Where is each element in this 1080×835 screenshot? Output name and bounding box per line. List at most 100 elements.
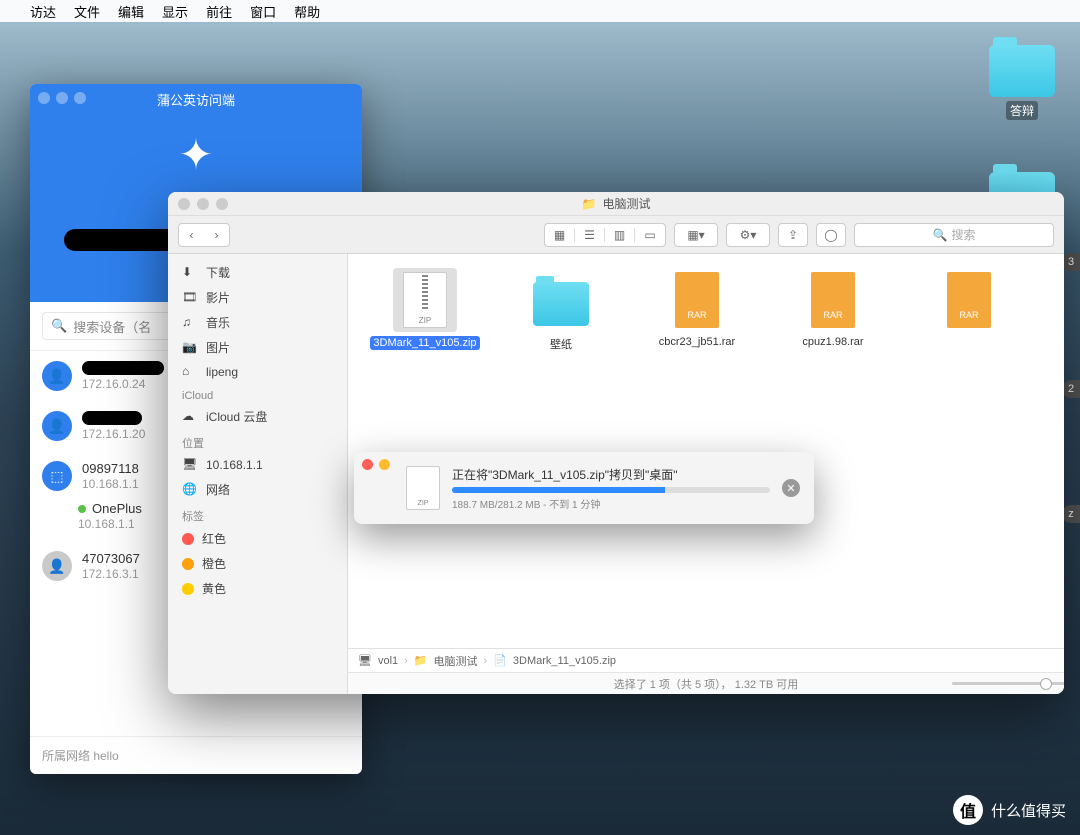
path-segment[interactable]: vol1 (378, 655, 398, 667)
file-item[interactable]: 壁纸 (496, 268, 626, 352)
menu-window[interactable]: 窗口 (250, 2, 276, 21)
menu-edit[interactable]: 编辑 (118, 2, 144, 21)
sidebar-music[interactable]: ♫音乐 (168, 310, 347, 335)
file-item[interactable]: cbcr23_jb51.rar (632, 268, 762, 352)
copy-progress-dialog: 正在将"3DMark_11_v105.zip"拷贝到"桌面" 188.7 MB/… (354, 452, 814, 524)
search-field[interactable]: 🔍搜索 (854, 223, 1054, 247)
sidebar-tag-orange[interactable]: 橙色 (168, 551, 347, 576)
rar-icon (811, 272, 855, 328)
cloud-icon: ☁ (182, 409, 198, 425)
watermark-logo: 值 (953, 795, 983, 825)
finder-sidebar: ⬇下载 🎞影片 ♫音乐 📷图片 ⌂lipeng iCloud ☁iCloud 云… (168, 254, 348, 694)
tag-dot-icon (182, 583, 194, 595)
sidebar-tag-red[interactable]: 红色 (168, 526, 347, 551)
file-name: 壁纸 (550, 339, 572, 351)
gallery-view-icon: ▭ (635, 228, 665, 242)
finder-titlebar: 📁电脑测试 (168, 192, 1064, 216)
finder-toolbar: ‹› ▦☰▥▭ ▦▾ ⚙▾ ⇪ ◯ 🔍搜索 (168, 216, 1064, 254)
download-icon: ⬇ (182, 265, 198, 281)
side-badge: z (1062, 505, 1080, 523)
column-view-icon: ▥ (605, 228, 635, 242)
zip-icon (403, 272, 447, 328)
menu-view[interactable]: 显示 (162, 2, 188, 21)
folder-icon (989, 45, 1055, 97)
file-name: cpuz1.98.rar (802, 336, 863, 348)
sidebar-downloads[interactable]: ⬇下载 (168, 260, 347, 285)
rar-icon (947, 272, 991, 328)
file-name: cbcr23_jb51.rar (659, 336, 735, 348)
desktop-folder[interactable]: 答辩 (982, 45, 1062, 120)
sidebar-pictures[interactable]: 📷图片 (168, 335, 347, 360)
file-item[interactable]: cpuz1.98.rar (768, 268, 898, 352)
sidebar-network[interactable]: 🌐网络 (168, 477, 347, 502)
tag-button[interactable]: ◯ (816, 223, 846, 247)
rar-icon (675, 272, 719, 328)
menu-go[interactable]: 前往 (206, 2, 232, 21)
action-button[interactable]: ⚙▾ (726, 223, 770, 247)
tag-dot-icon (182, 533, 194, 545)
list-view-icon: ☰ (575, 228, 605, 242)
photo-icon: 📷 (182, 340, 198, 356)
traffic-lights[interactable] (178, 198, 228, 210)
tag-icon: ◯ (824, 228, 837, 242)
menu-finder[interactable]: 访达 (30, 2, 56, 21)
side-badge: 3 (1062, 253, 1080, 271)
music-icon: ♫ (182, 315, 198, 331)
share-button[interactable]: ⇪ (778, 223, 808, 247)
disk-icon: 🖥 (358, 654, 372, 667)
avatar-icon: 👤 (42, 551, 72, 581)
file-item[interactable] (904, 268, 1034, 352)
side-badge: 2 (1062, 380, 1080, 398)
icon-view-icon: ▦ (545, 228, 575, 242)
menubar: 访达 文件 编辑 显示 前往 窗口 帮助 (0, 0, 1080, 22)
progress-bar (452, 487, 770, 493)
status-text: 选择了 1 项（共 5 项）， 1.32 TB 可用 (614, 676, 799, 692)
home-icon: ⌂ (182, 364, 198, 380)
sidebar-section-icloud: iCloud (168, 384, 347, 404)
file-grid[interactable]: 3DMark_11_v105.zip 壁纸 cbcr23_jb51.rar cp… (348, 254, 1064, 648)
file-item[interactable]: 3DMark_11_v105.zip (360, 268, 490, 352)
sidebar-tag-yellow[interactable]: 黄色 (168, 576, 347, 601)
gear-icon: ⚙▾ (740, 228, 757, 242)
disk-icon: 🖥 (182, 457, 198, 473)
window-title: 电脑测试 (602, 195, 650, 212)
zip-icon (406, 466, 440, 510)
file-icon: 📄 (493, 654, 507, 667)
avatar-icon: 👤 (42, 411, 72, 441)
globe-icon: 🌐 (182, 482, 198, 498)
nav-buttons[interactable]: ‹› (178, 223, 230, 247)
status-bar: 选择了 1 项（共 5 项）， 1.32 TB 可用 (348, 672, 1064, 694)
path-segment[interactable]: 电脑测试 (434, 653, 478, 669)
sidebar-section-locations: 位置 (168, 429, 347, 453)
arrange-button[interactable]: ▦▾ (674, 223, 718, 247)
star-icon: ✦ (178, 130, 213, 179)
forward-icon: › (204, 228, 229, 242)
finder-window: 📁电脑测试 ‹› ▦☰▥▭ ▦▾ ⚙▾ ⇪ ◯ 🔍搜索 ⬇下载 🎞影片 ♫音乐 … (168, 192, 1064, 694)
cancel-button[interactable]: ✕ (782, 479, 800, 497)
icon-size-slider[interactable] (952, 678, 1052, 690)
copy-subtitle: 188.7 MB/281.2 MB - 不到 1 分钟 (452, 496, 770, 511)
search-icon: 🔍 (933, 228, 948, 242)
progress-fill (452, 487, 665, 493)
sidebar-home[interactable]: ⌂lipeng (168, 360, 347, 384)
traffic-lights[interactable] (362, 459, 390, 470)
file-name: 3DMark_11_v105.zip (370, 336, 479, 350)
path-segment[interactable]: 3DMark_11_v105.zip (513, 655, 616, 667)
view-switcher[interactable]: ▦☰▥▭ (544, 223, 666, 247)
search-icon: 🔍 (51, 318, 67, 334)
router-icon: ⬚ (42, 461, 72, 491)
watermark: 值 什么值得买 (953, 795, 1066, 825)
share-icon: ⇪ (788, 228, 798, 242)
avatar-icon: 👤 (42, 361, 72, 391)
folder-icon: 📁 (414, 654, 428, 667)
sidebar-movies[interactable]: 🎞影片 (168, 285, 347, 310)
back-icon: ‹ (179, 228, 204, 242)
path-bar: 🖥 vol1› 📁 电脑测试› 📄 3DMark_11_v105.zip (348, 648, 1064, 672)
menu-file[interactable]: 文件 (74, 2, 100, 21)
grid-icon: ▦▾ (687, 228, 704, 242)
desktop-folder-label: 答辩 (1006, 101, 1038, 120)
menu-help[interactable]: 帮助 (294, 2, 320, 21)
sidebar-icloud[interactable]: ☁iCloud 云盘 (168, 404, 347, 429)
sidebar-server[interactable]: 🖥10.168.1.1 (168, 453, 347, 477)
watermark-text: 什么值得买 (991, 800, 1066, 821)
